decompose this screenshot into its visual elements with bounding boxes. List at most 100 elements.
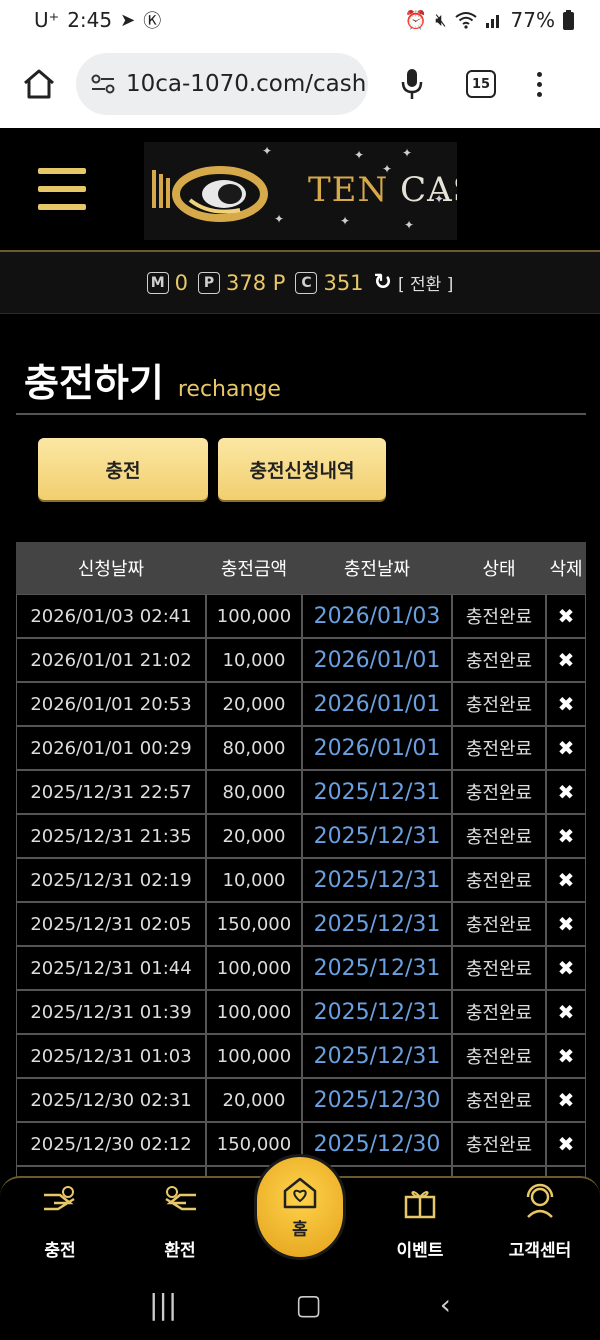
table-row: 2025/12/31 01:03 100,000 2025/12/31 충전완료 ✖ — [16, 1034, 586, 1078]
delete-button[interactable]: ✖ — [546, 1078, 586, 1122]
logo-wordmark: TEN CASINO — [308, 170, 457, 210]
nav-home[interactable]: 홈 — [254, 1154, 346, 1260]
gift-icon — [400, 1182, 440, 1220]
browser-home-button[interactable] — [18, 63, 60, 105]
charge-date-cell[interactable]: 2025/12/31 — [302, 814, 452, 858]
nav-exchange[interactable]: 환전 — [130, 1178, 230, 1268]
status-cell: 충전완료 — [452, 902, 546, 946]
charge-button[interactable]: 충전 — [38, 438, 208, 500]
status-cell: 충전완료 — [452, 858, 546, 902]
tab-switcher-button[interactable]: 15 — [466, 70, 496, 98]
table-header-row: 신청날짜 충전금액 충전날짜 상태 삭제 — [16, 542, 586, 594]
app-notification-icon: Ⓚ — [143, 11, 162, 32]
charge-date-cell[interactable]: 2026/01/01 — [302, 726, 452, 770]
browser-menu-button[interactable] — [534, 71, 544, 97]
page-title-english: rechange — [177, 377, 281, 402]
status-cell: 충전완료 — [452, 594, 546, 638]
nav-event-label: 이벤트 — [396, 1241, 444, 1261]
back-icon[interactable]: ‹ — [440, 1288, 451, 1321]
table-row: 2026/01/01 20:53 20,000 2026/01/01 충전완료 ✖ — [16, 682, 586, 726]
status-cell: 충전완료 — [452, 814, 546, 858]
hamburger-line-icon — [38, 168, 86, 174]
delete-button[interactable]: ✖ — [546, 946, 586, 990]
url-bar[interactable]: 10ca-1070.com/cash — [76, 53, 368, 115]
charge-date-cell[interactable]: 2025/12/31 — [302, 946, 452, 990]
charge-date-cell[interactable]: 2026/01/03 — [302, 594, 452, 638]
convert-label: [ 전환 ] — [397, 275, 454, 295]
coupon-badge-icon: C — [295, 271, 318, 294]
hamburger-menu-button[interactable] — [38, 168, 86, 210]
amount-cell: 20,000 — [206, 682, 302, 726]
sparkle-icon: ✦ — [262, 144, 273, 158]
nav-charge[interactable]: 충전 — [10, 1178, 110, 1268]
site-header: ✦ ✦ ✦ ✦ ✦ ✦ ✦ ✦ ✦ TEN CASINO — [0, 128, 600, 252]
delete-button[interactable]: ✖ — [546, 638, 586, 682]
header-delete: 삭제 — [546, 542, 586, 594]
android-home-icon[interactable]: ▢ — [295, 1288, 321, 1321]
charge-date-cell[interactable]: 2025/12/30 — [302, 1078, 452, 1122]
recent-apps-icon[interactable]: ||| — [149, 1288, 177, 1321]
logo-text-casino: CASINO — [400, 170, 457, 210]
status-cell: 충전완료 — [452, 1078, 546, 1122]
menu-dot-icon — [536, 71, 542, 77]
customer-support-icon — [520, 1182, 560, 1220]
amount-cell: 100,000 — [206, 990, 302, 1034]
exchange-hand-icon — [160, 1182, 200, 1220]
delete-button[interactable]: ✖ — [546, 770, 586, 814]
charge-hand-icon — [40, 1182, 80, 1220]
request-date-cell: 2025/12/30 02:31 — [16, 1078, 206, 1122]
header-amount: 충전금액 — [206, 542, 302, 594]
amount-cell: 100,000 — [206, 946, 302, 990]
android-navigation-bar: ||| ▢ ‹ — [0, 1268, 600, 1340]
delete-button[interactable]: ✖ — [546, 1034, 586, 1078]
charge-date-cell[interactable]: 2025/12/31 — [302, 858, 452, 902]
sparkle-icon: ✦ — [354, 148, 365, 162]
table-row: 2025/12/31 01:39 100,000 2025/12/31 충전완료 ✖ — [16, 990, 586, 1034]
charge-date-cell[interactable]: 2025/12/31 — [302, 1034, 452, 1078]
nav-charge-label: 충전 — [44, 1241, 76, 1261]
amount-cell: 80,000 — [206, 770, 302, 814]
points-bar: M 0 P 378 P C 351 ↻ [ 전환 ] — [0, 252, 600, 314]
status-cell: 충전완료 — [452, 1122, 546, 1166]
header-status: 상태 — [452, 542, 546, 594]
voice-search-button[interactable] — [392, 59, 432, 109]
site-logo[interactable]: ✦ ✦ ✦ ✦ ✦ ✦ ✦ ✦ ✦ TEN CASINO — [144, 142, 457, 240]
status-cell: 충전완료 — [452, 946, 546, 990]
status-time: 2:45 — [67, 8, 113, 32]
delete-button[interactable]: ✖ — [546, 594, 586, 638]
charge-date-cell[interactable]: 2025/12/30 — [302, 1122, 452, 1166]
delete-button[interactable]: ✖ — [546, 682, 586, 726]
charge-date-cell[interactable]: 2025/12/31 — [302, 902, 452, 946]
delete-button[interactable]: ✖ — [546, 902, 586, 946]
battery-icon — [563, 10, 574, 30]
money-badge-icon: M — [146, 271, 169, 294]
refresh-icon: ↻ — [373, 270, 392, 295]
carrier-label: U⁺ — [34, 8, 60, 32]
delete-button[interactable]: ✖ — [546, 726, 586, 770]
point-badge-icon: P — [198, 271, 221, 294]
amount-cell: 100,000 — [206, 594, 302, 638]
delete-button[interactable]: ✖ — [546, 1122, 586, 1166]
nav-support[interactable]: 고객센터 — [490, 1178, 590, 1268]
delete-button[interactable]: ✖ — [546, 814, 586, 858]
amount-cell: 10,000 — [206, 638, 302, 682]
sparkle-icon: ✦ — [404, 218, 415, 232]
charge-date-cell[interactable]: 2025/12/31 — [302, 990, 452, 1034]
delete-button[interactable]: ✖ — [546, 990, 586, 1034]
status-cell: 충전완료 — [452, 726, 546, 770]
charge-date-cell[interactable]: 2026/01/01 — [302, 638, 452, 682]
charge-history-button[interactable]: 충전신청내역 — [218, 438, 386, 500]
request-date-cell: 2025/12/31 01:03 — [16, 1034, 206, 1078]
coupon-balance: C 351 — [295, 270, 364, 295]
nav-event[interactable]: 이벤트 — [370, 1178, 470, 1268]
sparkle-icon: ✦ — [340, 214, 351, 228]
table-row: 2025/12/31 21:35 20,000 2025/12/31 충전완료 ✖ — [16, 814, 586, 858]
request-date-cell: 2025/12/30 02:12 — [16, 1122, 206, 1166]
delete-button[interactable]: ✖ — [546, 858, 586, 902]
coupon-value: 351 — [323, 270, 364, 295]
header-request-date: 신청날짜 — [16, 542, 206, 594]
convert-button[interactable]: ↻ [ 전환 ] — [374, 270, 454, 295]
charge-date-cell[interactable]: 2025/12/31 — [302, 770, 452, 814]
charge-date-cell[interactable]: 2026/01/01 — [302, 682, 452, 726]
url-text: 10ca-1070.com/cash — [126, 71, 367, 97]
